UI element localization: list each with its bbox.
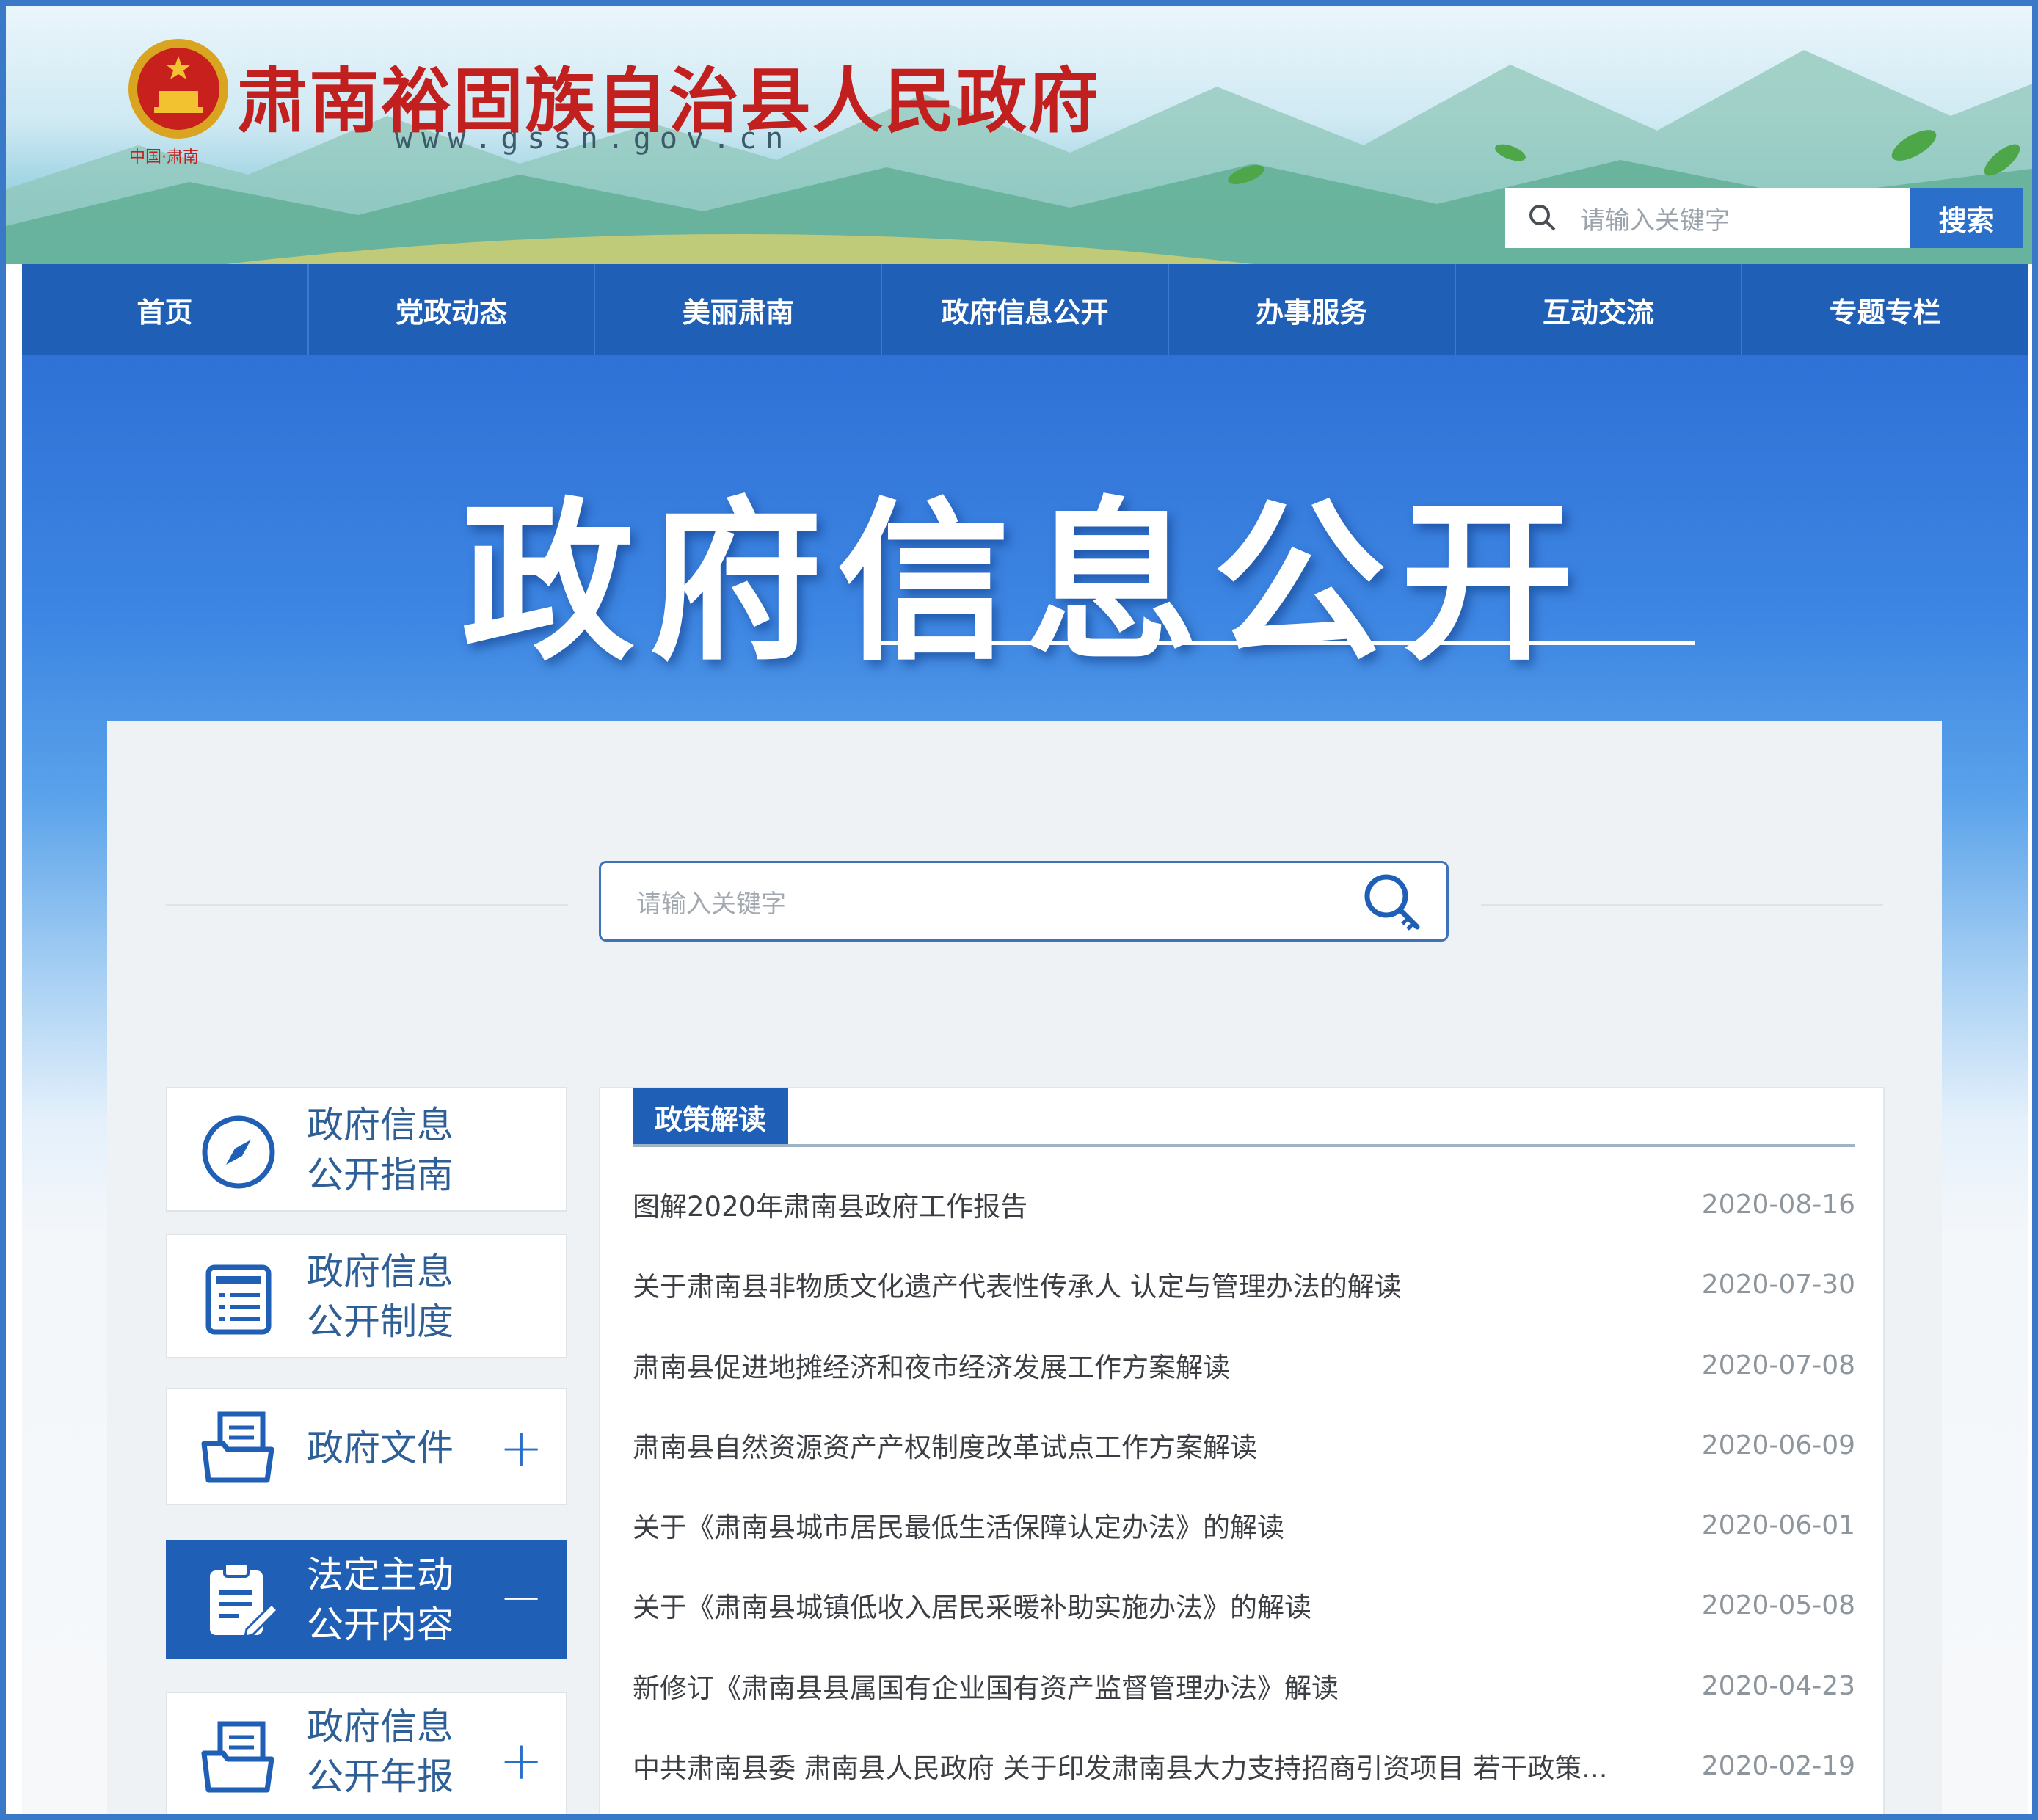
nav-item-special-topics[interactable]: 专题专栏: [1742, 264, 2028, 355]
news-title[interactable]: 新修订《肃南县县属国有企业国有资产监督管理办法》解读: [633, 1666, 1339, 1706]
expand-icon[interactable]: +: [499, 1734, 543, 1787]
list-item[interactable]: 关于肃南县非物质文化遗产代表性传承人 认定与管理办法的解读 2020-07-30: [633, 1262, 1855, 1306]
divider-left: [166, 904, 568, 906]
folder-document-icon: [201, 1721, 274, 1793]
list-item[interactable]: 图解2020年肃南县政府工作报告 2020-08-16: [633, 1182, 1855, 1226]
list-item[interactable]: 新修订《肃南县县属国有企业国有资产监督管理办法》解读 2020-04-23: [633, 1664, 1855, 1708]
main-search-input[interactable]: 请输入关键字: [599, 861, 1449, 942]
news-date: 2020-05-08: [1701, 1590, 1855, 1620]
list-item[interactable]: 肃南县促进地摊经济和夜市经济发展工作方案解读 2020-07-08: [633, 1343, 1855, 1387]
divider-right: [1481, 904, 1883, 906]
page-frame: 中国·肃南 肃南裕固族自治县人民政府 www.gssn.gov.cn 请输入关键…: [0, 0, 2038, 1820]
news-title[interactable]: 肃南县自然资源资产产权制度改革试点工作方案解读: [633, 1425, 1257, 1465]
sidebar-item-label: 公开指南: [307, 1154, 454, 1196]
news-title[interactable]: 关于《肃南县城镇低收入居民采暖补助实施办法》的解读: [633, 1585, 1311, 1625]
sidebar-item-label: 公开制度: [307, 1300, 454, 1343]
sidebar-item-statutory-disclosure[interactable]: 法定主动 公开内容 −: [166, 1540, 567, 1659]
news-date: 2020-08-16: [1701, 1189, 1855, 1220]
list-item[interactable]: 肃南县自然资源资产产权制度改革试点工作方案解读 2020-06-09: [633, 1423, 1855, 1467]
compass-icon: [202, 1115, 275, 1189]
header-search: 请输入关键字 搜索: [1505, 188, 2023, 248]
news-title[interactable]: 中共肃南县委 肃南县人民政府 关于印发肃南县大力支持招商引资项目 若干政策...: [633, 1746, 1608, 1786]
policy-interpretation-panel: 政策解读 图解2020年肃南县政府工作报告 2020-08-16 关于肃南县非物…: [599, 1087, 1885, 1814]
news-title[interactable]: 关于肃南县非物质文化遗产代表性传承人 认定与管理办法的解读: [633, 1264, 1402, 1304]
sidebar-item-label: 法定主动: [307, 1554, 454, 1596]
list-item[interactable]: 关于《肃南县城镇低收入居民采暖补助实施办法》的解读 2020-05-08: [633, 1583, 1855, 1627]
site-url[interactable]: www.gssn.gov.cn: [395, 122, 792, 156]
nav-item-interaction[interactable]: 互动交流: [1456, 264, 1743, 355]
news-title[interactable]: 图解2020年肃南县政府工作报告: [633, 1184, 1027, 1224]
news-title[interactable]: 关于《肃南县城市居民最低生活保障认定办法》的解读: [633, 1505, 1284, 1545]
header-search-input[interactable]: 请输入关键字: [1505, 188, 1910, 248]
news-date: 2020-04-23: [1701, 1670, 1855, 1701]
nav-item-services[interactable]: 办事服务: [1169, 264, 1456, 355]
news-date: 2020-07-08: [1701, 1350, 1855, 1380]
header-search-button[interactable]: 搜索: [1910, 188, 2023, 248]
sidebar-item-label: 政府文件: [307, 1427, 454, 1469]
collapse-icon[interactable]: −: [499, 1570, 543, 1623]
news-date: 2020-02-19: [1701, 1750, 1855, 1781]
header-search-placeholder: 请输入关键字: [1580, 205, 1730, 236]
nav-item-info-disclosure[interactable]: 政府信息公开: [882, 264, 1169, 355]
folder-document-icon: [201, 1411, 274, 1483]
list-item[interactable]: 中共肃南县委 肃南县人民政府 关于印发肃南县大力支持招商引资项目 若干政策...…: [633, 1744, 1855, 1788]
search-key-icon[interactable]: [1358, 868, 1424, 934]
clipboard-edit-icon: [210, 1562, 279, 1638]
site-header: 中国·肃南 肃南裕固族自治县人民政府 www.gssn.gov.cn 请输入关键…: [6, 6, 2032, 264]
list-item[interactable]: 关于《肃南县城市居民最低生活保障认定办法》的解读 2020-06-01: [633, 1503, 1855, 1547]
sidebar-item-label: 公开年报: [307, 1755, 454, 1798]
sidebar-item-label: 政府信息: [307, 1104, 454, 1146]
search-icon: [1529, 205, 1556, 231]
banner-title: 政府信息公开: [461, 482, 1589, 684]
main-search-placeholder: 请输入关键字: [636, 889, 786, 919]
news-date: 2020-06-09: [1701, 1430, 1855, 1460]
tab-policy-interpretation[interactable]: 政策解读: [633, 1088, 788, 1146]
sidebar-item-disclosure-system[interactable]: 政府信息 公开制度: [166, 1234, 567, 1358]
news-date: 2020-07-30: [1701, 1269, 1855, 1300]
nav-item-beautiful-sunan[interactable]: 美丽肃南: [595, 264, 883, 355]
news-date: 2020-06-01: [1701, 1510, 1855, 1540]
sidebar-item-label: 政府信息: [307, 1251, 454, 1293]
sidebar-item-label: 公开内容: [307, 1604, 454, 1646]
main-nav: 首页 党政动态 美丽肃南 政府信息公开 办事服务 互动交流 专题专栏: [22, 264, 2028, 355]
nav-item-home[interactable]: 首页: [22, 264, 309, 355]
banner-underline: [879, 641, 1695, 645]
national-emblem-icon: [128, 39, 228, 139]
news-title[interactable]: 肃南县促进地摊经济和夜市经济发展工作方案解读: [633, 1345, 1230, 1385]
emblem-label: 中国·肃南: [129, 148, 199, 167]
expand-icon[interactable]: +: [499, 1422, 543, 1474]
nav-item-party-news[interactable]: 党政动态: [309, 264, 596, 355]
tab-underline: [633, 1144, 1855, 1147]
sidebar-item-disclosure-guide[interactable]: 政府信息 公开指南: [166, 1087, 567, 1212]
sidebar-item-annual-report[interactable]: 政府信息 公开年报 +: [166, 1692, 567, 1814]
sidebar-item-government-documents[interactable]: 政府文件 +: [166, 1388, 567, 1505]
sidebar-item-label: 政府信息: [307, 1706, 454, 1748]
list-icon: [205, 1264, 272, 1335]
